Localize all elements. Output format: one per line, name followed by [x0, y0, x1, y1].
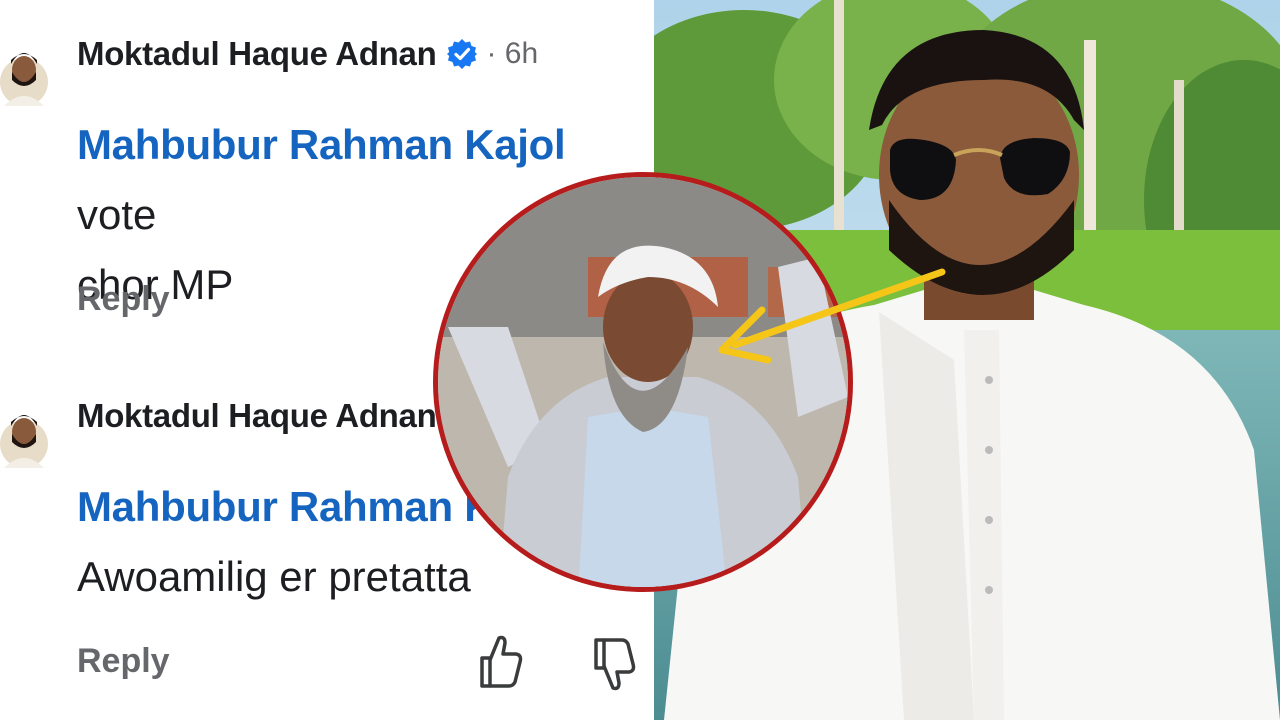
- author-name[interactable]: Moktadul Haque Adnan: [77, 397, 437, 435]
- avatar[interactable]: [0, 392, 54, 474]
- verified-badge-icon: [446, 38, 478, 70]
- avatar[interactable]: [0, 30, 54, 112]
- comment-text-suffix: vote: [77, 191, 157, 238]
- thumbs-down-icon[interactable]: [592, 636, 636, 694]
- comment-timestamp: · 6h: [486, 37, 539, 70]
- inset-photo-circle: [433, 172, 853, 592]
- comment-text-line: Awoamilig er pretatta: [77, 553, 471, 600]
- comment-header: Moktadul Haque Adnan · 6h: [77, 35, 538, 73]
- mention-link[interactable]: Mahbubur Rahman Kajol: [77, 121, 566, 168]
- author-name[interactable]: Moktadul Haque Adnan: [77, 35, 437, 73]
- thumbs-up-icon[interactable]: [478, 632, 524, 690]
- reply-button[interactable]: Reply: [77, 642, 170, 681]
- reply-button[interactable]: Reply: [77, 280, 170, 319]
- comment-header: Moktadul Haque Adnan: [77, 397, 478, 435]
